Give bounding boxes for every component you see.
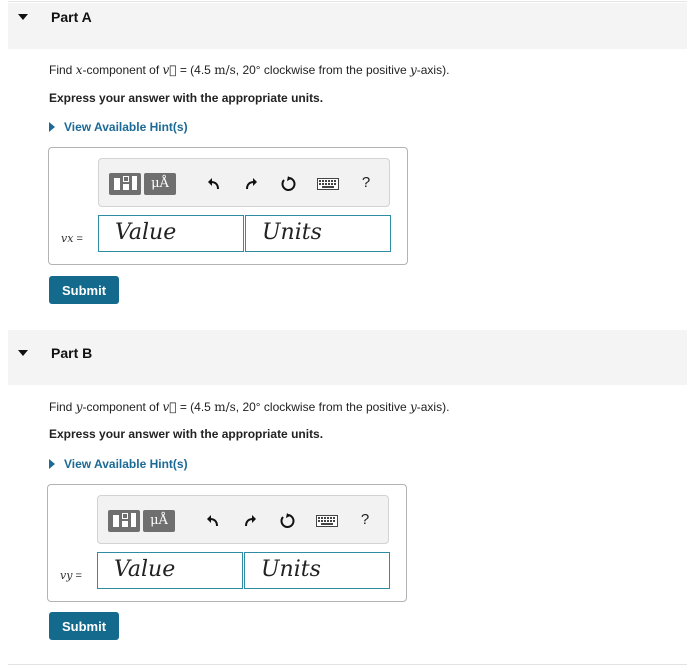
vx-label: vx =: [61, 232, 83, 245]
part-a-question: Find x-component of v⃗ = (4.5 m/s, 20° c…: [49, 63, 450, 77]
units-input[interactable]: Units: [244, 552, 390, 589]
units-icon[interactable]: μÅ: [143, 510, 175, 532]
templates-icon[interactable]: [109, 173, 141, 195]
reset-icon[interactable]: [277, 173, 299, 195]
collapse-caret-icon[interactable]: [18, 350, 28, 356]
part-a-answer-box: μÅ ? vx = Value Units: [48, 147, 408, 265]
part-b-hint-link[interactable]: View Available Hint(s): [49, 457, 188, 471]
units-icon[interactable]: μÅ: [144, 173, 176, 195]
part-a-hint-link[interactable]: View Available Hint(s): [49, 120, 188, 134]
top-divider: [8, 1, 687, 2]
math-toolbar: μÅ ?: [98, 158, 390, 207]
part-a-header[interactable]: [8, 3, 687, 49]
collapse-caret-icon[interactable]: [18, 14, 28, 20]
units-input[interactable]: Units: [245, 215, 391, 252]
math-toolbar: μÅ ?: [97, 495, 389, 544]
keyboard-icon[interactable]: [315, 173, 341, 195]
part-a-title: Part A: [51, 9, 92, 25]
value-input[interactable]: Value: [97, 552, 243, 589]
keyboard-icon[interactable]: [314, 510, 340, 532]
expand-caret-icon: [49, 122, 55, 132]
part-a-instruction: Express your answer with the appropriate…: [49, 91, 324, 105]
help-icon[interactable]: ?: [355, 172, 377, 194]
part-b-title: Part B: [51, 345, 93, 361]
part-b-question: Find y-component of v⃗ = (4.5 m/s, 20° c…: [49, 400, 450, 414]
part-b-answer-box: μÅ ? vy = Value Units: [47, 484, 407, 602]
part-a-submit-button[interactable]: Submit: [49, 276, 119, 304]
part-b-submit-button[interactable]: Submit: [49, 612, 119, 640]
undo-icon[interactable]: [202, 510, 224, 532]
bottom-divider: [8, 664, 687, 665]
redo-icon[interactable]: [240, 173, 262, 195]
reset-icon[interactable]: [276, 510, 298, 532]
expand-caret-icon: [49, 459, 55, 469]
templates-icon[interactable]: [108, 510, 140, 532]
value-input[interactable]: Value: [98, 215, 244, 252]
redo-icon[interactable]: [239, 510, 261, 532]
part-b-header[interactable]: [8, 330, 687, 385]
part-b-instruction: Express your answer with the appropriate…: [49, 427, 324, 441]
undo-icon[interactable]: [203, 173, 225, 195]
help-icon[interactable]: ?: [354, 509, 376, 531]
vy-label: vy =: [60, 569, 82, 582]
